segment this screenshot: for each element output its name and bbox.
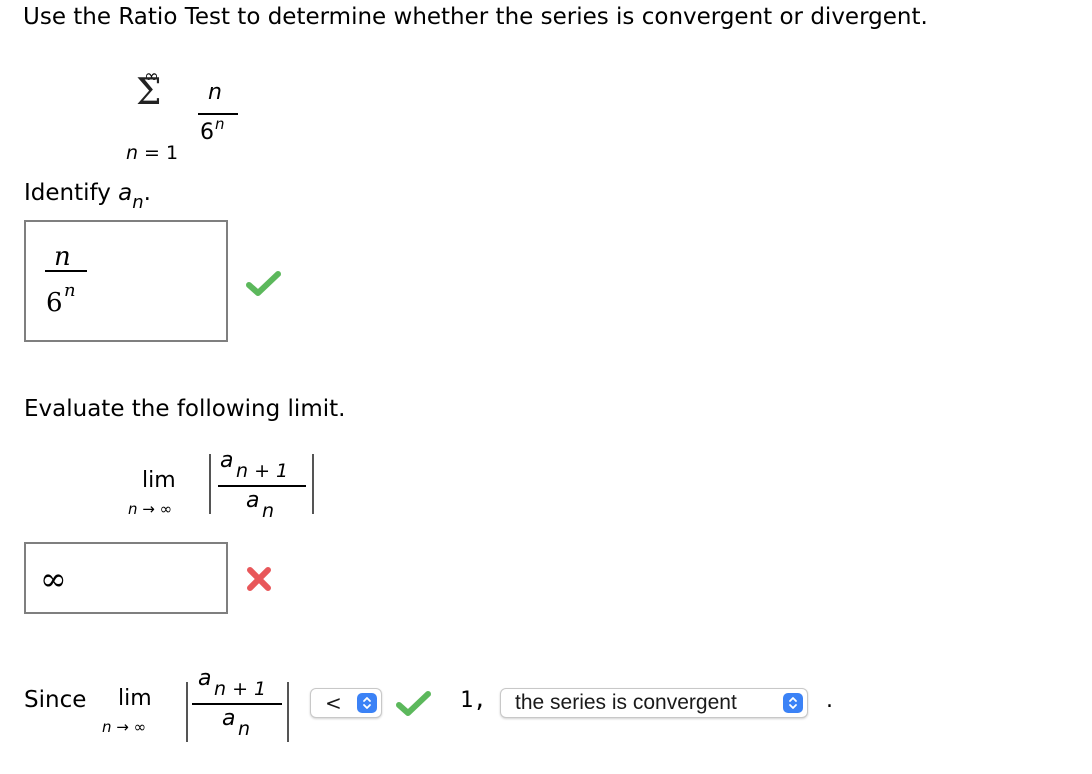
- evaluate-label: Evaluate the following limit.: [24, 396, 346, 422]
- limit-den-var: a: [246, 488, 260, 513]
- limit-den-sub: n: [262, 500, 275, 522]
- sigma-symbol: Σ: [136, 72, 162, 113]
- series-expression: ∞ Σ n = 1 n 6 n: [120, 66, 260, 166]
- lim-subscript: n → ∞: [128, 500, 173, 518]
- limit-num-sub: n + 1: [236, 460, 289, 482]
- identify-label: Identify an.: [24, 180, 151, 213]
- identify-sub: n: [132, 192, 144, 213]
- conclusion-select[interactable]: the series is convergent: [500, 688, 808, 718]
- conclusion-lim-subscript: n → ∞: [102, 718, 147, 736]
- question-text: Use the Ratio Test to determine whether …: [23, 4, 928, 30]
- lim-text: lim: [142, 468, 176, 493]
- limit-answer-value: ∞: [40, 560, 67, 598]
- conclusion-abs-bar-left: [186, 682, 188, 742]
- limit-fraction-bar: [218, 485, 306, 487]
- correct-check-icon: [246, 271, 281, 296]
- comparison-selected-value: <: [325, 691, 342, 715]
- limit-answer-box[interactable]: ∞: [24, 542, 228, 614]
- conclusion-num-var: a: [198, 666, 212, 691]
- conclusion-lim-text: lim: [118, 686, 152, 711]
- conclusion-limit-expression: lim n → ∞ a n + 1 a n: [100, 666, 300, 760]
- conclusion-abs-bar-right: [287, 682, 289, 742]
- conclusion-selected-value: the series is convergent: [515, 691, 737, 714]
- an-answer-box[interactable]: n 6 n: [24, 220, 228, 342]
- identify-period: .: [143, 180, 151, 206]
- series-denominator-base: 6: [200, 120, 214, 145]
- conclusion-fraction-bar: [192, 703, 282, 705]
- incorrect-x-icon: [247, 567, 271, 591]
- abs-bar-left: [209, 454, 211, 514]
- since-text: Since: [24, 687, 87, 713]
- limit-num-var: a: [220, 448, 234, 473]
- series-lower-eq: = 1: [144, 142, 179, 164]
- conclusion-den-sub: n: [238, 718, 251, 740]
- series-denominator-exp: n: [215, 115, 225, 133]
- series-lower-var: n: [126, 142, 139, 164]
- abs-bar-right: [312, 454, 314, 514]
- series-numerator: n: [208, 80, 222, 105]
- answer-numerator: n: [54, 242, 71, 272]
- conclusion-den-var: a: [222, 706, 236, 731]
- comparison-select[interactable]: <: [310, 688, 382, 718]
- comparison-value: 1,: [460, 688, 487, 713]
- conclusion-select-chevrons-icon: [783, 693, 803, 713]
- select-chevrons-icon: [357, 693, 377, 713]
- identify-var: a: [118, 180, 133, 206]
- identify-text: Identify: [24, 180, 111, 206]
- answer-denominator-base: 6: [46, 288, 63, 318]
- conclusion-period: .: [826, 688, 833, 713]
- conclusion-num-sub: n + 1: [214, 678, 267, 700]
- answer-fraction-bar: [45, 270, 87, 272]
- limit-expression: lim n → ∞ a n + 1 a n: [120, 448, 340, 540]
- answer-denominator-exp: n: [64, 280, 76, 301]
- comparison-correct-check-icon: [396, 691, 431, 716]
